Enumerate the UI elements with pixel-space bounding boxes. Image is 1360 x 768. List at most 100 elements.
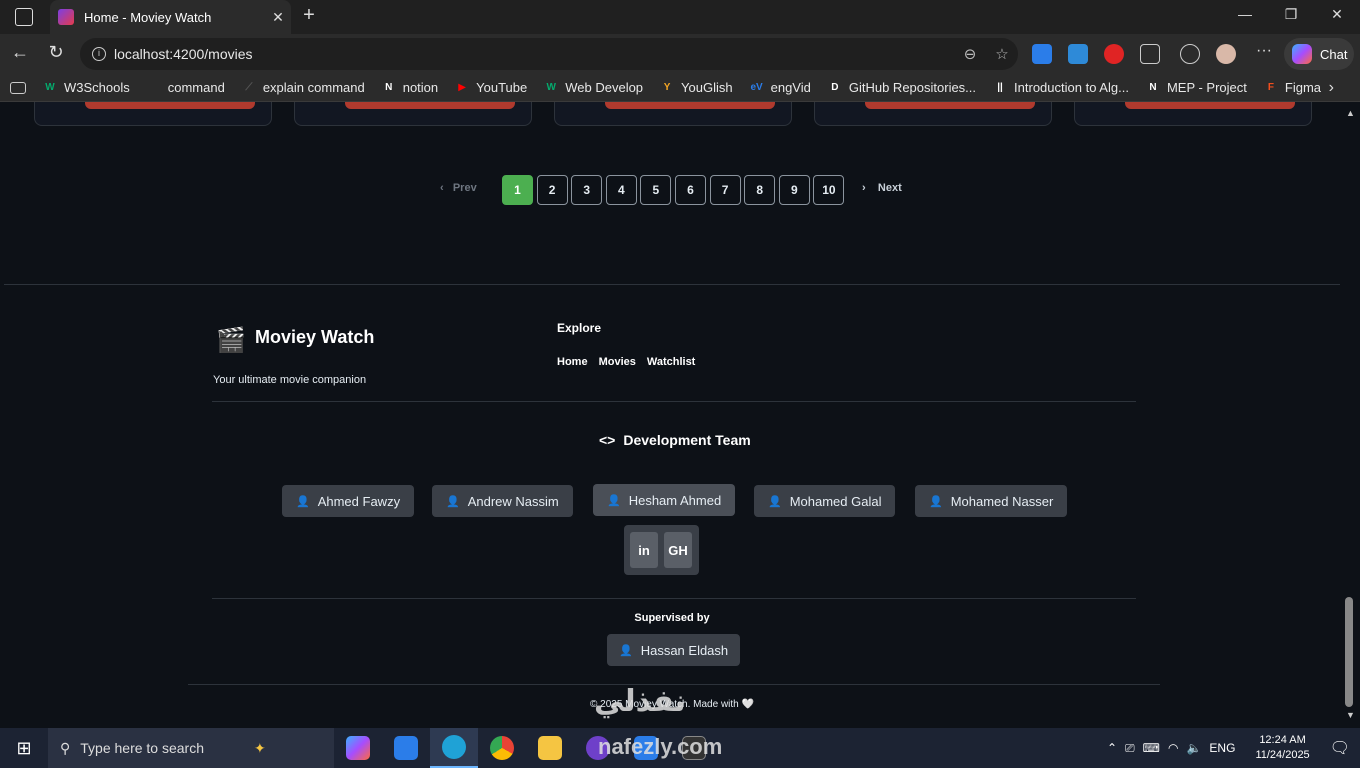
team-member-name: Ahmed Fawzy (317, 493, 401, 509)
bookmark-item[interactable]: command (146, 80, 225, 96)
file-explorer-icon[interactable] (526, 728, 574, 768)
page-button[interactable]: 6 (675, 175, 706, 205)
bookmark-item[interactable]: D GitHub Repositories... (827, 80, 976, 96)
back-arrow-icon[interactable]: ← (8, 42, 32, 63)
movie-card[interactable] (554, 102, 792, 126)
more-options-icon[interactable]: ··· (1252, 42, 1276, 60)
taskbar-search[interactable]: ⚲ Type here to search ✦ (48, 728, 334, 768)
meet-now-icon[interactable]: ⎚ (1125, 741, 1135, 756)
bookmarks-overflow-chevron-icon[interactable]: › (1329, 79, 1334, 97)
address-bar: ← ↻ i localhost:4200/movies ⊖ ☆ ··· Chat (0, 34, 1360, 74)
scroll-down-arrow-icon[interactable]: ▼ (1346, 710, 1355, 720)
chrome-app-icon[interactable] (478, 728, 526, 768)
minimize-button[interactable]: — (1230, 6, 1260, 22)
prev-page-button[interactable]: ‹ Prev (440, 182, 477, 194)
page-button[interactable]: 4 (605, 175, 637, 205)
movie-card[interactable] (294, 102, 532, 126)
bookmark-favicon-icon: Y (663, 81, 671, 93)
team-member-button[interactable]: 👤 Mohamed Galal (754, 485, 896, 517)
volume-icon[interactable]: 🔈 (1186, 741, 1201, 755)
next-page-button[interactable]: › Next (862, 182, 902, 194)
page-button[interactable]: 5 (640, 175, 672, 205)
bookmark-item[interactable]: Nnotion (381, 80, 438, 96)
scroll-up-arrow-icon[interactable]: ▲ (1346, 108, 1355, 118)
language-indicator[interactable]: ENG (1209, 741, 1235, 755)
copilot-app-icon[interactable] (334, 728, 382, 768)
bookmarks-bar: W W3Schools command ⟋ explain command Nnotion… (0, 74, 1360, 102)
new-tab-button[interactable]: + (298, 4, 320, 27)
page-button[interactable]: 10 (813, 175, 845, 205)
zoom-icon[interactable]: ⊖ (954, 45, 986, 63)
maximize-button[interactable]: ❐ (1276, 6, 1306, 23)
team-member-button[interactable]: 👤 Mohamed Nasser (915, 485, 1068, 517)
store-app-icon[interactable] (382, 728, 430, 768)
performance-icon[interactable] (1180, 44, 1200, 64)
team-member-button[interactable]: 👤 Ahmed Fawzy (282, 485, 415, 517)
explore-link[interactable]: Movies (599, 356, 636, 368)
bookmark-label: command (167, 80, 225, 95)
url-text[interactable]: localhost:4200/movies (114, 46, 954, 62)
show-hidden-icons-chevron-icon[interactable]: ⌃ (1107, 741, 1117, 755)
movie-card[interactable] (1074, 102, 1312, 126)
team-member-button[interactable]: 👤 Hesham Ahmed (593, 484, 736, 516)
radio-extension-icon[interactable] (1068, 44, 1088, 64)
card-button[interactable] (605, 102, 775, 109)
bookmark-item[interactable]: N MEP - Project (1145, 80, 1247, 96)
page-button[interactable]: 7 (709, 175, 741, 205)
card-button[interactable] (345, 102, 515, 109)
bookmark-item[interactable]: W W3Schools (42, 80, 130, 96)
browser-tab[interactable]: Home - Moviey Watch ✕ (50, 0, 291, 34)
linkedin-icon[interactable]: in (630, 532, 658, 568)
profile-avatar[interactable] (1216, 44, 1236, 64)
card-button[interactable] (865, 102, 1035, 109)
clock[interactable]: 12:24 AM 11/24/2025 (1255, 733, 1309, 763)
tab-close-icon[interactable]: ✕ (265, 9, 291, 26)
page-scrollbar[interactable]: ▲ ▼ (1340, 102, 1360, 724)
page-button[interactable]: 8 (744, 175, 776, 205)
page-button[interactable]: 9 (778, 175, 810, 205)
page-button[interactable]: 1 (502, 175, 533, 205)
card-button[interactable] (85, 102, 255, 109)
bookmark-item[interactable]: || Introduction to Alg... (992, 80, 1129, 96)
language-bar-icon[interactable]: ⌨ (1143, 741, 1160, 755)
supervisor-button[interactable]: 👤 Hassan Eldash (607, 634, 741, 666)
movie-card[interactable] (814, 102, 1052, 126)
bookmark-favicon-icon: F (1267, 81, 1274, 93)
github-icon[interactable]: GH (664, 532, 692, 568)
url-field[interactable]: i localhost:4200/movies ⊖ ☆ (80, 38, 1018, 70)
page-button[interactable]: 3 (571, 175, 603, 205)
next-label: Next (877, 182, 902, 194)
bookmark-item[interactable]: eV engVid (749, 80, 810, 96)
team-member-button[interactable]: 👤 Andrew Nassim (432, 485, 573, 517)
close-window-button[interactable]: ✕ (1322, 6, 1352, 23)
site-info-icon[interactable]: i (92, 47, 106, 61)
footer-divider (4, 284, 1340, 285)
tab-actions-icon[interactable] (15, 8, 33, 26)
movie-card[interactable] (34, 102, 272, 126)
bookmark-item[interactable]: ⟋ explain command (241, 80, 364, 96)
explore-link[interactable]: Watchlist (647, 356, 696, 368)
page-button[interactable]: 2 (536, 175, 568, 205)
windows-start-icon[interactable]: ⊞ (0, 738, 48, 759)
copilot-chat-button[interactable]: Chat (1284, 38, 1354, 70)
bookmark-item[interactable]: Y YouGlish (659, 80, 733, 96)
sidebar-toggle-icon[interactable] (10, 81, 26, 94)
bookmark-label: W3Schools (64, 80, 130, 95)
search-placeholder: Type here to search (80, 740, 205, 756)
scrollbar-thumb[interactable] (1345, 597, 1353, 707)
notifications-icon[interactable]: 🗨 (1330, 738, 1350, 758)
extensions-puzzle-icon[interactable] (1140, 44, 1160, 64)
footer-divider (212, 598, 1136, 599)
bookmark-item[interactable]: F Figma (1263, 80, 1321, 96)
adblock-extension-icon[interactable] (1104, 44, 1124, 64)
bookmark-item[interactable]: ▶ YouTube (454, 80, 527, 96)
explore-link[interactable]: Home (557, 356, 588, 368)
favorite-star-icon[interactable]: ☆ (986, 45, 1018, 63)
edge-app-icon[interactable] (430, 728, 478, 768)
bookmark-item[interactable]: W Web Develop (543, 80, 644, 96)
wifi-icon[interactable]: ◠ (1168, 741, 1178, 755)
translate-extension-icon[interactable] (1032, 44, 1052, 64)
refresh-icon[interactable]: ↻ (44, 42, 68, 63)
card-button[interactable] (1125, 102, 1295, 109)
development-team-label: Development Team (623, 432, 751, 448)
